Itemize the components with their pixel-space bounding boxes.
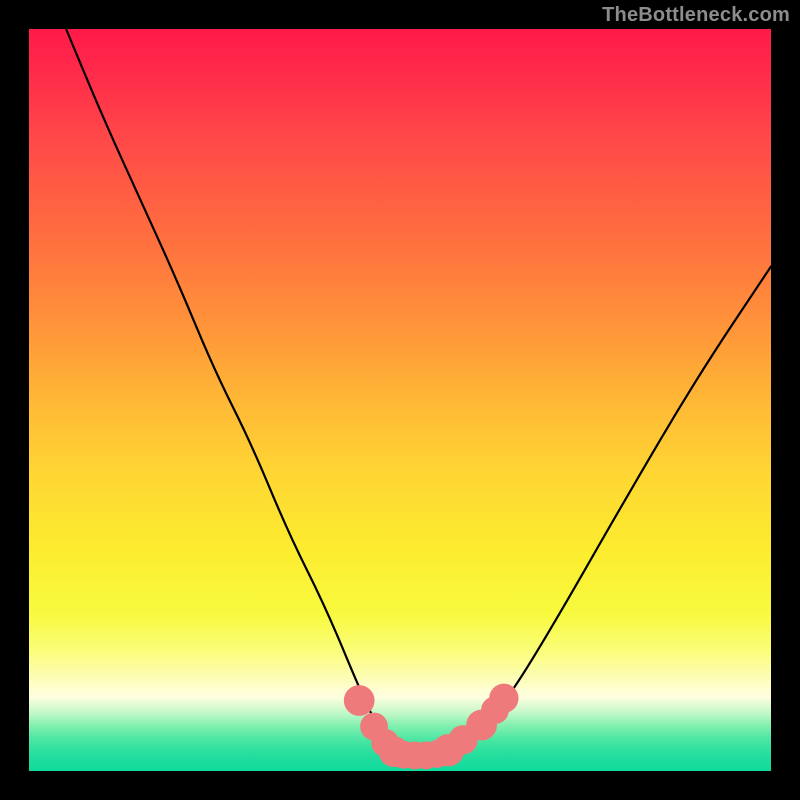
chart-overlay (29, 29, 771, 771)
curve-marker (344, 685, 375, 716)
bottleneck-curve (66, 29, 771, 756)
curve-markers (344, 684, 519, 770)
watermark-text: TheBottleneck.com (602, 4, 790, 27)
plot-area (29, 29, 771, 771)
chart-frame: TheBottleneck.com (0, 0, 800, 800)
curve-marker (489, 684, 518, 713)
